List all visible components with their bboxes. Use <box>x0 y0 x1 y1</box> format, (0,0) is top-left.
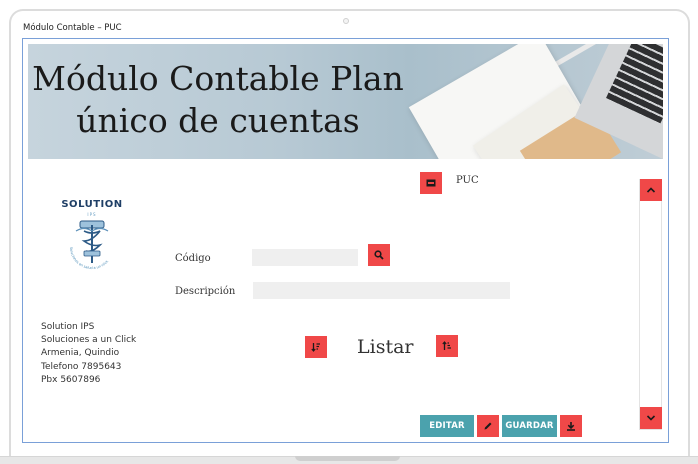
listar-label: Listar <box>357 336 414 358</box>
banner-pen-decoration <box>550 44 606 69</box>
download-icon <box>567 422 575 431</box>
svg-text:Soluciones en salud a un click: Soluciones en salud a un click <box>69 247 110 270</box>
caduceus-icon: Soluciones en salud a un click <box>69 220 110 270</box>
address-line: Telefono 7895643 <box>41 361 122 372</box>
pencil-icon <box>484 422 492 430</box>
address-line: Soluciones a un Click <box>41 335 137 346</box>
header-banner: Módulo Contable Plan único de cuentas <box>28 44 663 159</box>
sort-ascending-icon <box>311 343 320 352</box>
sort-descending-button[interactable] <box>436 335 458 357</box>
scroll-up-button[interactable] <box>640 179 662 201</box>
puc-button[interactable] <box>420 172 442 194</box>
search-button[interactable] <box>368 244 390 266</box>
app-content: Módulo Contable Plan único de cuentas SO… <box>22 38 669 443</box>
company-address: Solution IPS Soluciones a un Click Armen… <box>41 321 136 387</box>
guardar-button[interactable]: GUARDAR <box>502 415 557 437</box>
company-logo: SOLUTION IPS Soluciones en salud a un cl… <box>50 197 134 283</box>
editar-button[interactable]: EDITAR <box>420 415 474 437</box>
codigo-input[interactable] <box>252 249 358 266</box>
descripcion-label: Descripción <box>175 286 236 297</box>
chevron-down-icon <box>646 415 656 421</box>
page-title: Módulo Contable Plan único de cuentas <box>32 59 404 140</box>
download-button[interactable] <box>560 415 582 437</box>
laptop-notch <box>295 456 400 461</box>
logo-name: SOLUTION <box>61 199 123 210</box>
address-line: Armenia, Quindio <box>41 348 120 359</box>
chevron-up-icon <box>646 187 656 193</box>
card-icon <box>426 179 436 187</box>
descripcion-input[interactable] <box>253 282 510 299</box>
search-icon <box>374 250 384 260</box>
scroll-down-button[interactable] <box>640 407 662 429</box>
address-line: Pbx 5607896 <box>41 374 101 385</box>
address-line: Solution IPS <box>41 322 95 332</box>
codigo-label: Código <box>175 253 211 264</box>
camera-dot <box>343 18 349 24</box>
edit-icon-button[interactable] <box>477 415 499 437</box>
sort-ascending-button[interactable] <box>305 336 327 358</box>
sort-descending-icon <box>442 341 451 350</box>
puc-label: PUC <box>456 175 479 186</box>
window-title: Módulo Contable – PUC <box>23 23 122 33</box>
scrollbar-track[interactable] <box>639 179 662 430</box>
